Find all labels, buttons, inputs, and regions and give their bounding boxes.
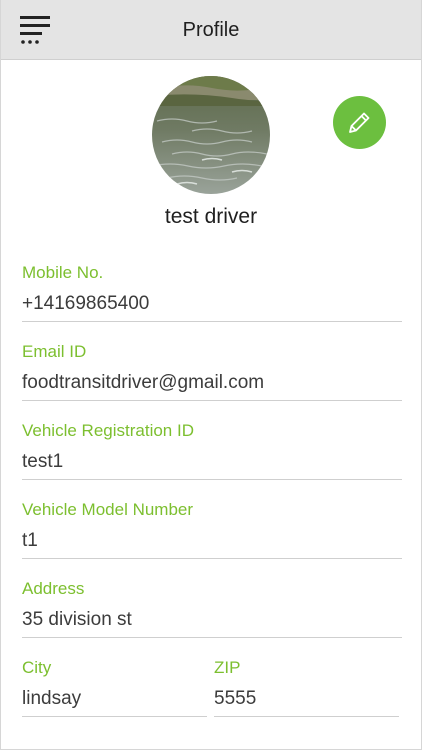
mobile-field[interactable]: Mobile No. +14169865400 xyxy=(22,262,402,322)
page-title: Profile xyxy=(182,19,240,41)
divider xyxy=(22,321,402,322)
profile-photo xyxy=(152,76,270,194)
divider xyxy=(214,716,399,717)
pencil-icon xyxy=(349,112,370,133)
driver-name: test driver xyxy=(164,205,258,228)
vehicle-registration-label: Vehicle Registration ID xyxy=(22,421,194,440)
email-value[interactable]: foodtransitdriver@gmail.com xyxy=(22,369,402,397)
zip-value[interactable]: 5555 xyxy=(214,685,399,713)
city-label: City xyxy=(22,658,52,677)
address-field[interactable]: Address 35 division st xyxy=(22,578,402,638)
vehicle-model-label: Vehicle Model Number xyxy=(22,500,194,519)
avatar[interactable] xyxy=(152,76,270,194)
address-label: Address xyxy=(22,579,85,598)
city-value[interactable]: lindsay xyxy=(22,685,207,713)
zip-field[interactable]: ZIP 5555 xyxy=(214,657,399,717)
divider xyxy=(22,558,402,559)
address-value[interactable]: 35 division st xyxy=(22,606,402,634)
vehicle-model-field[interactable]: Vehicle Model Number t1 xyxy=(22,499,402,559)
edit-profile-button[interactable] xyxy=(333,96,386,149)
city-field[interactable]: City lindsay xyxy=(22,657,207,717)
divider xyxy=(22,716,207,717)
profile-screen: Profile test driver Mobile No. +14169865… xyxy=(0,0,422,750)
divider xyxy=(22,637,402,638)
divider xyxy=(22,479,402,480)
vehicle-registration-field[interactable]: Vehicle Registration ID test1 xyxy=(22,420,402,480)
email-label: Email ID xyxy=(22,342,87,361)
mobile-value[interactable]: +14169865400 xyxy=(22,290,402,318)
divider xyxy=(22,400,402,401)
vehicle-model-value[interactable]: t1 xyxy=(22,527,402,555)
zip-label: ZIP xyxy=(214,658,241,677)
navigation-bar: Profile xyxy=(1,0,421,60)
vehicle-registration-value[interactable]: test1 xyxy=(22,448,402,476)
mobile-label: Mobile No. xyxy=(22,263,104,282)
email-field[interactable]: Email ID foodtransitdriver@gmail.com xyxy=(22,341,402,401)
